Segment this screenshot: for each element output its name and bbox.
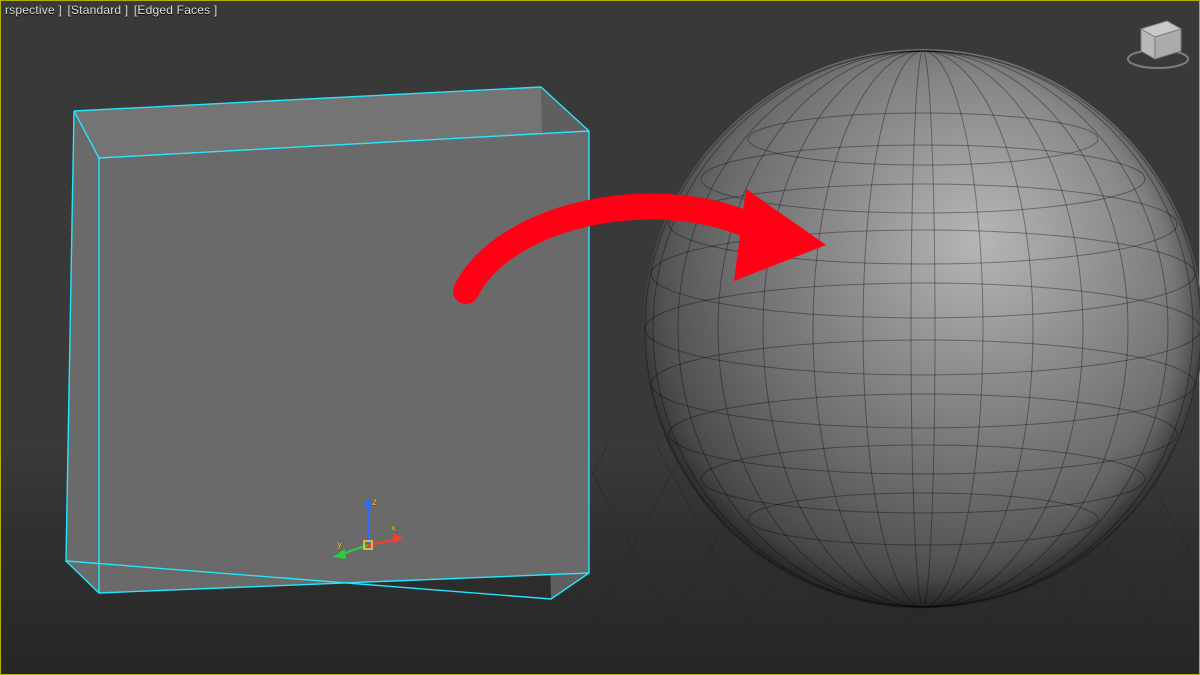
viewport-label-shading[interactable]: [Standard ] — [67, 3, 128, 17]
viewport-label-edges[interactable]: [Edged Faces ] — [134, 3, 218, 17]
viewport-label[interactable]: rspective ] [Standard ] [Edged Faces ] — [5, 3, 219, 17]
perspective-viewport[interactable]: rspective ] [Standard ] [Edged Faces ] — [0, 0, 1200, 675]
viewcube-icon[interactable] — [1123, 9, 1193, 71]
viewport-label-view[interactable]: rspective ] — [5, 3, 62, 17]
transform-gizmo[interactable]: z x y — [333, 493, 403, 563]
axis-label-z: z — [372, 497, 377, 508]
box-object[interactable] — [41, 53, 619, 609]
sphere-object[interactable] — [643, 49, 1200, 609]
axis-label-x: x — [391, 523, 396, 534]
sphere-wireframe — [643, 49, 1200, 609]
axis-label-y: y — [337, 539, 342, 550]
